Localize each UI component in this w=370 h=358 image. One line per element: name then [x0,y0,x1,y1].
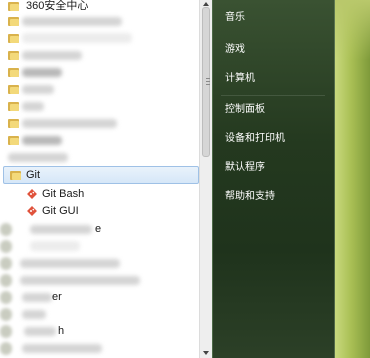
program-item-blurred[interactable] [0,340,199,357]
blurred-label [22,102,44,111]
scroll-grip [206,78,210,79]
blurred-label [20,276,140,285]
scroll-thumb[interactable] [202,7,210,157]
program-list-scrollbar[interactable] [199,0,212,358]
all-programs-list: 360安全中心 Git Git Bash Git GUI e er h [0,0,199,358]
blurred-label [22,68,62,77]
blurred-icon [0,291,12,304]
blurred-label [30,241,80,251]
blurred-label [22,136,62,145]
folder-icon [8,16,19,26]
program-item-label: Git Bash [42,188,85,200]
program-item-blurred[interactable]: h [0,323,199,340]
program-folder-blurred[interactable] [0,64,199,81]
git-logo-icon [27,206,37,216]
desktop-wallpaper [335,0,370,358]
blurred-icon [0,325,12,338]
menu-link-music[interactable]: 音乐 [225,8,245,28]
menu-separator [221,95,325,96]
git-logo-icon [27,189,37,199]
program-folder-blurred[interactable] [0,47,199,64]
program-item-git-bash[interactable]: Git Bash [0,186,199,203]
menu-link-help-support[interactable]: 帮助和支持 [225,187,275,207]
blurred-icon [0,257,12,270]
blurred-icon [0,342,12,355]
blurred-icon [0,308,12,321]
folder-icon [8,101,19,111]
blurred-label [22,293,52,302]
blurred-icon [0,274,12,287]
program-item-blurred[interactable] [0,272,199,289]
blurred-label [22,51,82,60]
program-item-blurred[interactable] [0,306,199,323]
menu-link-control-panel[interactable]: 控制面板 [225,100,265,120]
blurred-label [20,259,120,268]
folder-icon [8,84,19,94]
program-item-git-gui[interactable]: Git GUI [0,203,199,220]
folder-icon [8,118,19,128]
program-item-label: Git GUI [42,205,79,217]
program-folder-blurred[interactable] [0,132,199,149]
blurred-label [8,153,68,162]
partial-label: h [58,325,65,337]
program-folder-blurred[interactable] [0,115,199,132]
scroll-down-arrow-icon[interactable] [203,351,209,355]
scroll-up-arrow-icon[interactable] [203,2,209,6]
program-folder-blurred[interactable] [0,98,199,115]
menu-link-computer[interactable]: 计算机 [225,69,255,89]
menu-link-games[interactable]: 游戏 [225,40,245,60]
program-folder-blurred[interactable] [0,149,199,166]
blurred-icon [0,223,12,236]
program-item-blurred[interactable] [0,238,199,255]
blurred-label [24,327,56,336]
folder-icon [10,170,21,180]
program-folder-blurred[interactable] [0,13,199,30]
blurred-label [22,33,132,43]
wallpaper-glow [335,0,370,60]
folder-icon [8,50,19,60]
start-menu-right-pane: 音乐 游戏 计算机 控制面板 设备和打印机 默认程序 帮助和支持 [212,0,335,358]
blurred-label [22,310,46,319]
scroll-grip [206,81,210,82]
folder-icon [8,33,19,43]
folder-icon [8,1,19,11]
blurred-label [22,17,122,26]
scroll-grip [206,84,210,85]
menu-link-devices-printers[interactable]: 设备和打印机 [225,129,285,149]
program-folder-git[interactable]: Git [3,166,199,184]
blurred-icon [0,240,12,253]
partial-label: er [52,291,62,303]
blurred-label [22,344,102,353]
menu-link-default-programs[interactable]: 默认程序 [225,158,265,178]
partial-label: e [95,223,102,235]
folder-icon [8,135,19,145]
git-folder-label: Git [26,169,41,181]
blurred-label [22,119,117,128]
blurred-label [22,85,54,94]
folder-icon [8,67,19,77]
program-folder-blurred[interactable] [0,81,199,98]
program-folder-blurred[interactable] [0,30,199,47]
program-item-blurred[interactable] [0,255,199,272]
program-item-blurred[interactable]: e [0,221,199,238]
program-item-blurred[interactable]: er [0,289,199,306]
blurred-label [30,225,92,234]
